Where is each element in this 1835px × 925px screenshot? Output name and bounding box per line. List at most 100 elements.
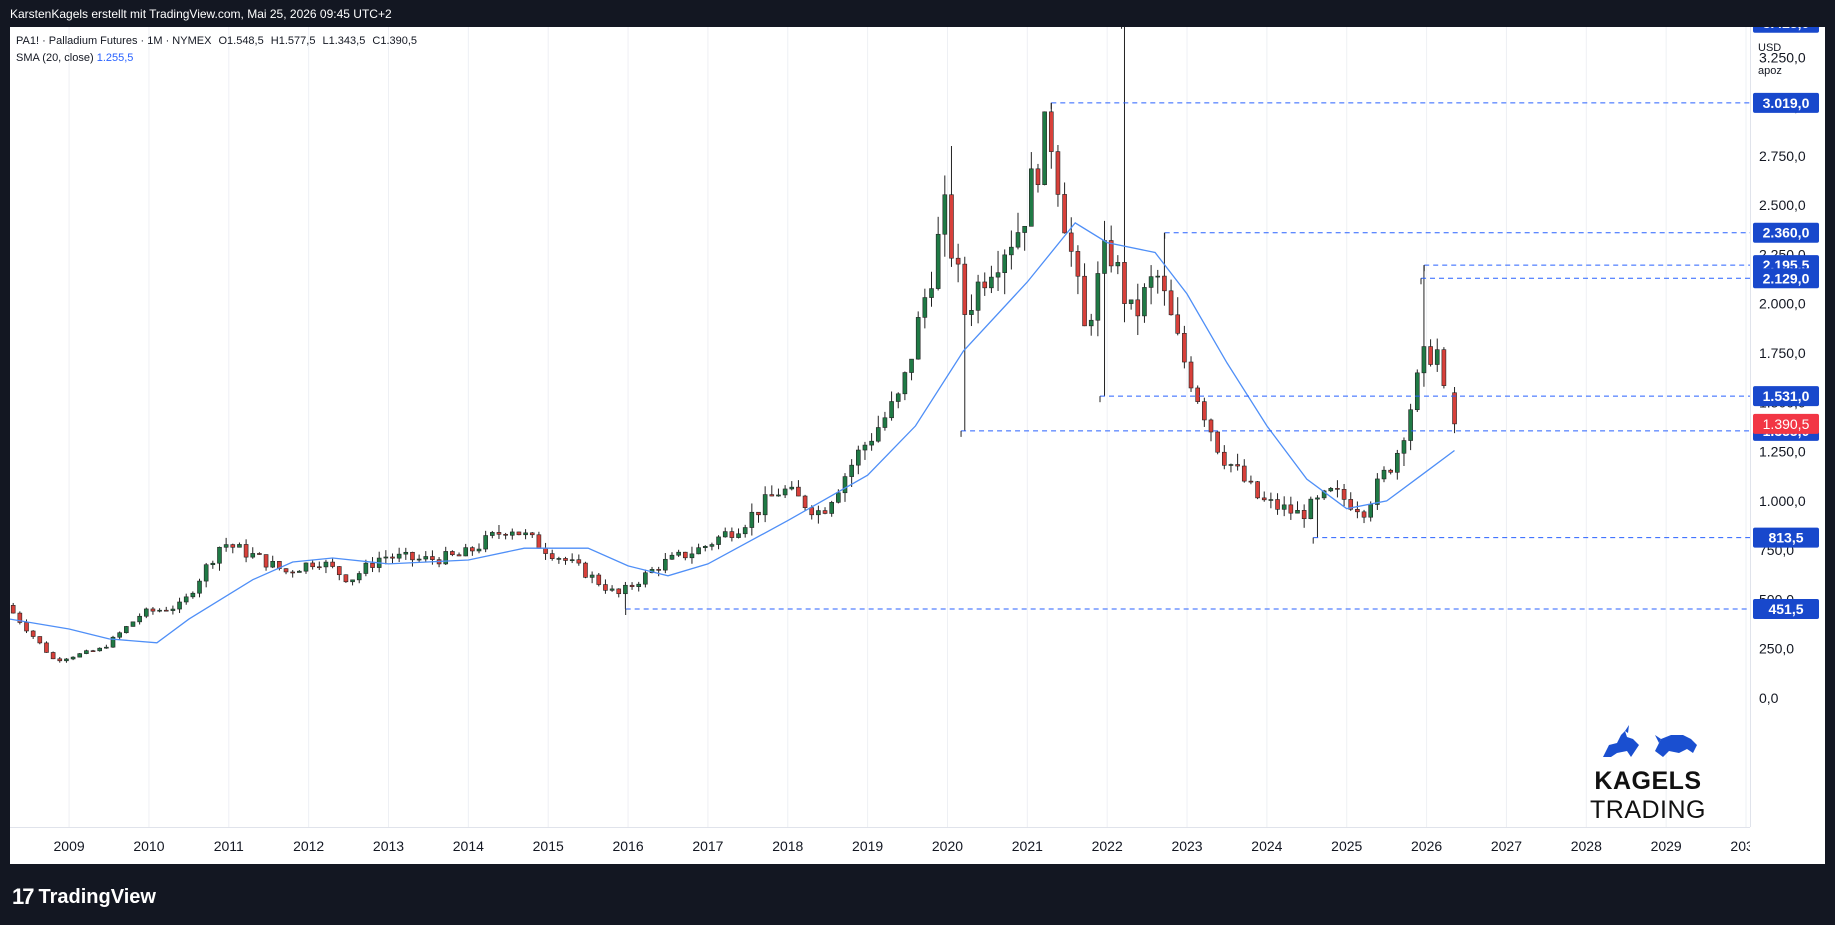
- candle: [716, 535, 721, 550]
- candle: [1401, 437, 1407, 467]
- x-tick-label: 2018: [772, 838, 803, 854]
- candle-body: [383, 556, 389, 559]
- candle: [1055, 144, 1061, 207]
- candle: [243, 539, 249, 563]
- scale-mode-label[interactable]: apoz: [1758, 60, 1782, 83]
- candle-body: [1434, 349, 1440, 365]
- candle-body: [1341, 489, 1347, 500]
- candle: [1452, 387, 1457, 434]
- candle-body: [809, 507, 815, 516]
- candle-body: [856, 449, 861, 466]
- candle-body: [583, 562, 588, 578]
- bull-bear-icon: [1603, 725, 1697, 757]
- candle: [1381, 466, 1387, 483]
- candle: [183, 593, 189, 605]
- y-tick-label: 0,0: [1759, 690, 1779, 706]
- price-axis[interactable]: 0,0250,0500,0750,01.000,01.250,01.500,01…: [1750, 27, 1826, 827]
- candle-body: [609, 588, 615, 591]
- candle-body: [183, 596, 189, 603]
- candle-body: [1228, 464, 1234, 466]
- candle: [1082, 263, 1087, 327]
- candle: [1328, 486, 1334, 493]
- candle-body: [669, 554, 675, 560]
- candle: [829, 500, 834, 517]
- candle: [1281, 496, 1287, 517]
- candle-body: [250, 553, 256, 558]
- candle-body: [1441, 349, 1447, 386]
- candle-body: [702, 546, 708, 548]
- candle: [396, 547, 402, 563]
- price-axis-svg[interactable]: 0,0250,0500,0750,01.000,01.250,01.500,01…: [1751, 27, 1826, 827]
- candle-body: [104, 646, 109, 649]
- candle: [569, 553, 575, 564]
- candle-body: [1375, 478, 1380, 505]
- candle-body: [589, 574, 595, 578]
- candle-body: [882, 417, 888, 428]
- candle: [862, 441, 868, 460]
- candle-body: [975, 281, 981, 311]
- candle: [283, 568, 289, 575]
- candle: [104, 644, 109, 649]
- candle-body: [230, 544, 236, 548]
- candle-body: [1002, 254, 1008, 273]
- header-bar: KarstenKagels erstellt mit TradingView.c…: [0, 0, 1835, 27]
- time-axis-svg[interactable]: 2009 2010 2011 2012 2013 2014 2015 2016 2017 2018…: [10, 828, 1750, 865]
- y-tick-label: 1.750,0: [1759, 345, 1806, 361]
- level-label: 2.360,0: [1763, 225, 1810, 241]
- candle: [1029, 152, 1034, 227]
- candle-body: [456, 554, 462, 557]
- candle-body: [84, 650, 89, 654]
- watermark-light: TRADING: [1590, 796, 1706, 824]
- x-tick-label: 2028: [1571, 838, 1602, 854]
- candle: [1015, 212, 1021, 250]
- currency-box[interactable]: USD apoz: [1758, 37, 1782, 83]
- candle-body: [756, 511, 761, 516]
- candle: [882, 411, 888, 431]
- candle: [1035, 163, 1041, 193]
- candle-body: [210, 562, 216, 566]
- candle: [1195, 385, 1200, 404]
- x-tick-label: 2012: [293, 838, 324, 854]
- candle-body: [1315, 497, 1320, 500]
- candle-body: [1202, 401, 1207, 421]
- candle: [1395, 449, 1400, 480]
- candle-body: [842, 476, 848, 494]
- candle-body: [769, 494, 775, 497]
- legend-symbol[interactable]: PA1! · Palladium Futures · 1M · NYMEX: [16, 35, 211, 47]
- candle-body: [902, 372, 908, 395]
- candle-body: [1414, 372, 1420, 411]
- candle: [323, 559, 329, 574]
- candle-body: [836, 492, 841, 503]
- candle-body: [1401, 440, 1407, 454]
- candle: [1308, 496, 1314, 520]
- candle: [1335, 480, 1340, 498]
- candle-body: [1288, 504, 1294, 514]
- time-axis[interactable]: 2009 2010 2011 2012 2013 2014 2015 2016 2017 2018…: [10, 827, 1750, 865]
- candle: [257, 552, 262, 555]
- currency-label[interactable]: USD: [1758, 37, 1782, 60]
- chart-area[interactable]: PA1! · Palladium Futures · 1M · NYMEX O1…: [10, 27, 1750, 827]
- candle: [543, 542, 548, 560]
- candle: [223, 537, 229, 552]
- watermark-text: KAGELS TRADING: [1543, 767, 1750, 825]
- candle: [1288, 496, 1294, 520]
- candle-body: [257, 553, 262, 555]
- candle-body: [10, 605, 16, 614]
- candle: [1108, 225, 1114, 273]
- candle-body: [37, 636, 43, 644]
- candle: [689, 546, 695, 564]
- candle-body: [623, 584, 628, 595]
- candle-body: [1102, 240, 1107, 274]
- x-tick-label: 2029: [1651, 838, 1682, 854]
- candle-body: [310, 562, 315, 568]
- candle-body: [463, 547, 468, 557]
- candle: [869, 433, 874, 451]
- watermark-bold: KAGELS: [1594, 767, 1702, 795]
- candle: [1182, 325, 1187, 369]
- candle: [1122, 27, 1127, 323]
- candle-body: [117, 632, 122, 638]
- candle: [1062, 182, 1067, 234]
- candle-body: [1408, 409, 1413, 441]
- price-chart[interactable]: [10, 27, 1750, 827]
- legend-sma[interactable]: SMA (20, close) 1.255,5: [16, 50, 421, 67]
